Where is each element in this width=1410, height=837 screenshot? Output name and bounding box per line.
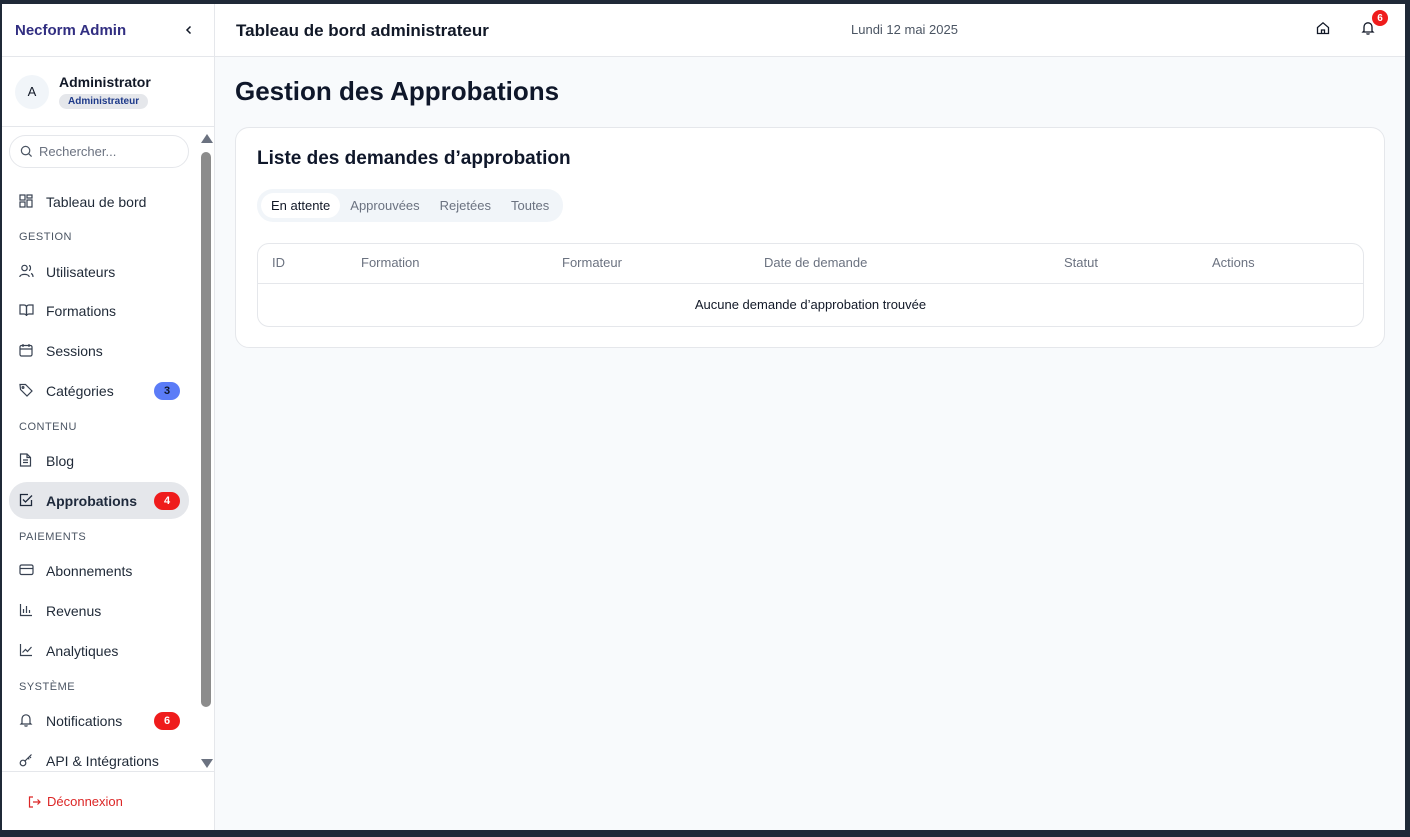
sidebar-item-label: Revenus xyxy=(46,602,102,619)
tab-en-attente[interactable]: En attente xyxy=(261,193,341,218)
sidebar-item-api[interactable]: API & Intégrations xyxy=(9,742,189,772)
sidebar-item-approbations[interactable]: Approbations 4 xyxy=(9,482,189,519)
sidebar-header: Necform Admin xyxy=(2,4,214,57)
section-label-paiements: PAIEMENTS xyxy=(19,531,87,543)
sidebar-footer: Déconnexion xyxy=(2,771,214,830)
column-header-formateur: Formateur xyxy=(562,255,622,270)
sidebar-item-notifications[interactable]: Notifications 6 xyxy=(9,702,189,739)
table-divider xyxy=(258,283,1363,284)
sidebar-item-label: Notifications xyxy=(46,712,123,729)
sidebar-item-abonnements[interactable]: Abonnements xyxy=(9,552,189,589)
scroll-thumb[interactable] xyxy=(201,152,211,707)
sidebar-item-label: Sessions xyxy=(46,342,103,359)
card-title: Liste des demandes d’approbation xyxy=(257,148,571,169)
bar-chart-icon xyxy=(19,603,35,619)
sidebar-item-label: Utilisateurs xyxy=(46,263,116,280)
brand-logo[interactable]: Necform Admin xyxy=(15,22,126,39)
sidebar-item-label: API & Intégrations xyxy=(46,752,159,769)
header-title: Tableau de bord administrateur xyxy=(236,21,489,40)
user-profile: A Administrator Administrateur xyxy=(2,57,214,127)
header-date: Lundi 12 mai 2025 xyxy=(851,22,958,37)
categories-count-badge: 3 xyxy=(154,382,180,400)
sidebar-item-sessions[interactable]: Sessions xyxy=(9,332,189,369)
credit-card-icon xyxy=(19,563,35,579)
column-header-actions: Actions xyxy=(1212,255,1255,270)
role-badge: Administrateur xyxy=(59,94,149,109)
column-header-formation: Formation xyxy=(361,255,420,270)
approbations-count-badge: 4 xyxy=(154,492,180,510)
sidebar-item-revenus[interactable]: Revenus xyxy=(9,592,189,629)
dashboard-icon xyxy=(19,193,35,210)
status-tabs: En attente Approuvées Rejetées Toutes xyxy=(257,189,564,222)
tab-rejetees[interactable]: Rejetées xyxy=(430,193,501,218)
user-name: Administrator xyxy=(59,74,151,90)
sidebar: Necform Admin A Administrator Administra… xyxy=(2,4,215,830)
logout-button[interactable]: Déconnexion xyxy=(28,794,123,809)
logout-icon xyxy=(28,795,41,808)
chevron-left-icon xyxy=(185,25,192,34)
sidebar-item-categories[interactable]: Catégories 3 xyxy=(9,372,189,409)
sidebar-item-label: Analytiques xyxy=(46,642,119,659)
search-icon xyxy=(20,145,33,158)
sidebar-item-label: Catégories xyxy=(46,382,114,399)
section-label-gestion: GESTION xyxy=(19,231,73,243)
sidebar-scrollbar[interactable] xyxy=(201,128,213,772)
approvals-table: ID Formation Formateur Date de demande S… xyxy=(257,243,1364,327)
section-label-contenu: CONTENU xyxy=(19,421,77,433)
page-title: Gestion des Approbations xyxy=(235,76,560,106)
column-header-id: ID xyxy=(272,255,285,270)
sidebar-item-label: Tableau de bord xyxy=(46,193,147,210)
sidebar-item-label: Blog xyxy=(46,452,75,469)
calendar-icon xyxy=(19,343,35,359)
sidebar-item-dashboard[interactable]: Tableau de bord xyxy=(9,183,189,220)
sidebar-item-label: Abonnements xyxy=(46,562,133,579)
search-input[interactable] xyxy=(39,144,179,159)
tag-icon xyxy=(19,383,35,399)
notifications-count-badge: 6 xyxy=(154,712,180,730)
section-label-systeme: SYSTÈME xyxy=(19,681,76,693)
line-chart-icon xyxy=(19,643,35,659)
book-open-icon xyxy=(19,303,35,319)
sidebar-item-label: Formations xyxy=(46,302,117,319)
sidebar-search xyxy=(9,135,189,168)
sidebar-item-formations[interactable]: Formations xyxy=(9,292,189,329)
home-icon xyxy=(1316,21,1330,35)
sidebar-item-label: Approbations xyxy=(46,492,137,509)
approvals-card: Liste des demandes d’approbation En atte… xyxy=(235,127,1385,348)
empty-state-message: Aucune demande d’approbation trouvée xyxy=(694,297,927,312)
notification-count-badge: 6 xyxy=(1372,10,1388,26)
document-icon xyxy=(19,452,35,469)
sidebar-item-users[interactable]: Utilisateurs xyxy=(9,253,189,290)
check-square-icon xyxy=(19,493,35,509)
sidebar-item-blog[interactable]: Blog xyxy=(9,442,189,479)
scroll-down-arrow[interactable] xyxy=(201,759,213,768)
column-header-statut: Statut xyxy=(1064,255,1098,270)
collapse-sidebar-button[interactable] xyxy=(184,23,194,38)
home-button[interactable] xyxy=(1316,21,1334,39)
logout-label: Déconnexion xyxy=(47,794,123,809)
scroll-up-arrow[interactable] xyxy=(201,134,213,143)
avatar: A xyxy=(15,74,49,109)
tab-approuvees[interactable]: Approuvées xyxy=(340,193,429,218)
sidebar-nav: Tableau de bord GESTION Utilisateurs For… xyxy=(2,128,214,772)
key-icon xyxy=(19,753,35,769)
column-header-date: Date de demande xyxy=(764,255,868,270)
top-bar: Tableau de bord administrateur Lundi 12 … xyxy=(215,4,1405,57)
app-window: Necform Admin A Administrator Administra… xyxy=(2,4,1405,830)
tab-toutes[interactable]: Toutes xyxy=(501,193,559,218)
bell-icon xyxy=(19,713,35,729)
sidebar-item-analytiques[interactable]: Analytiques xyxy=(9,632,189,669)
users-icon xyxy=(19,264,35,280)
